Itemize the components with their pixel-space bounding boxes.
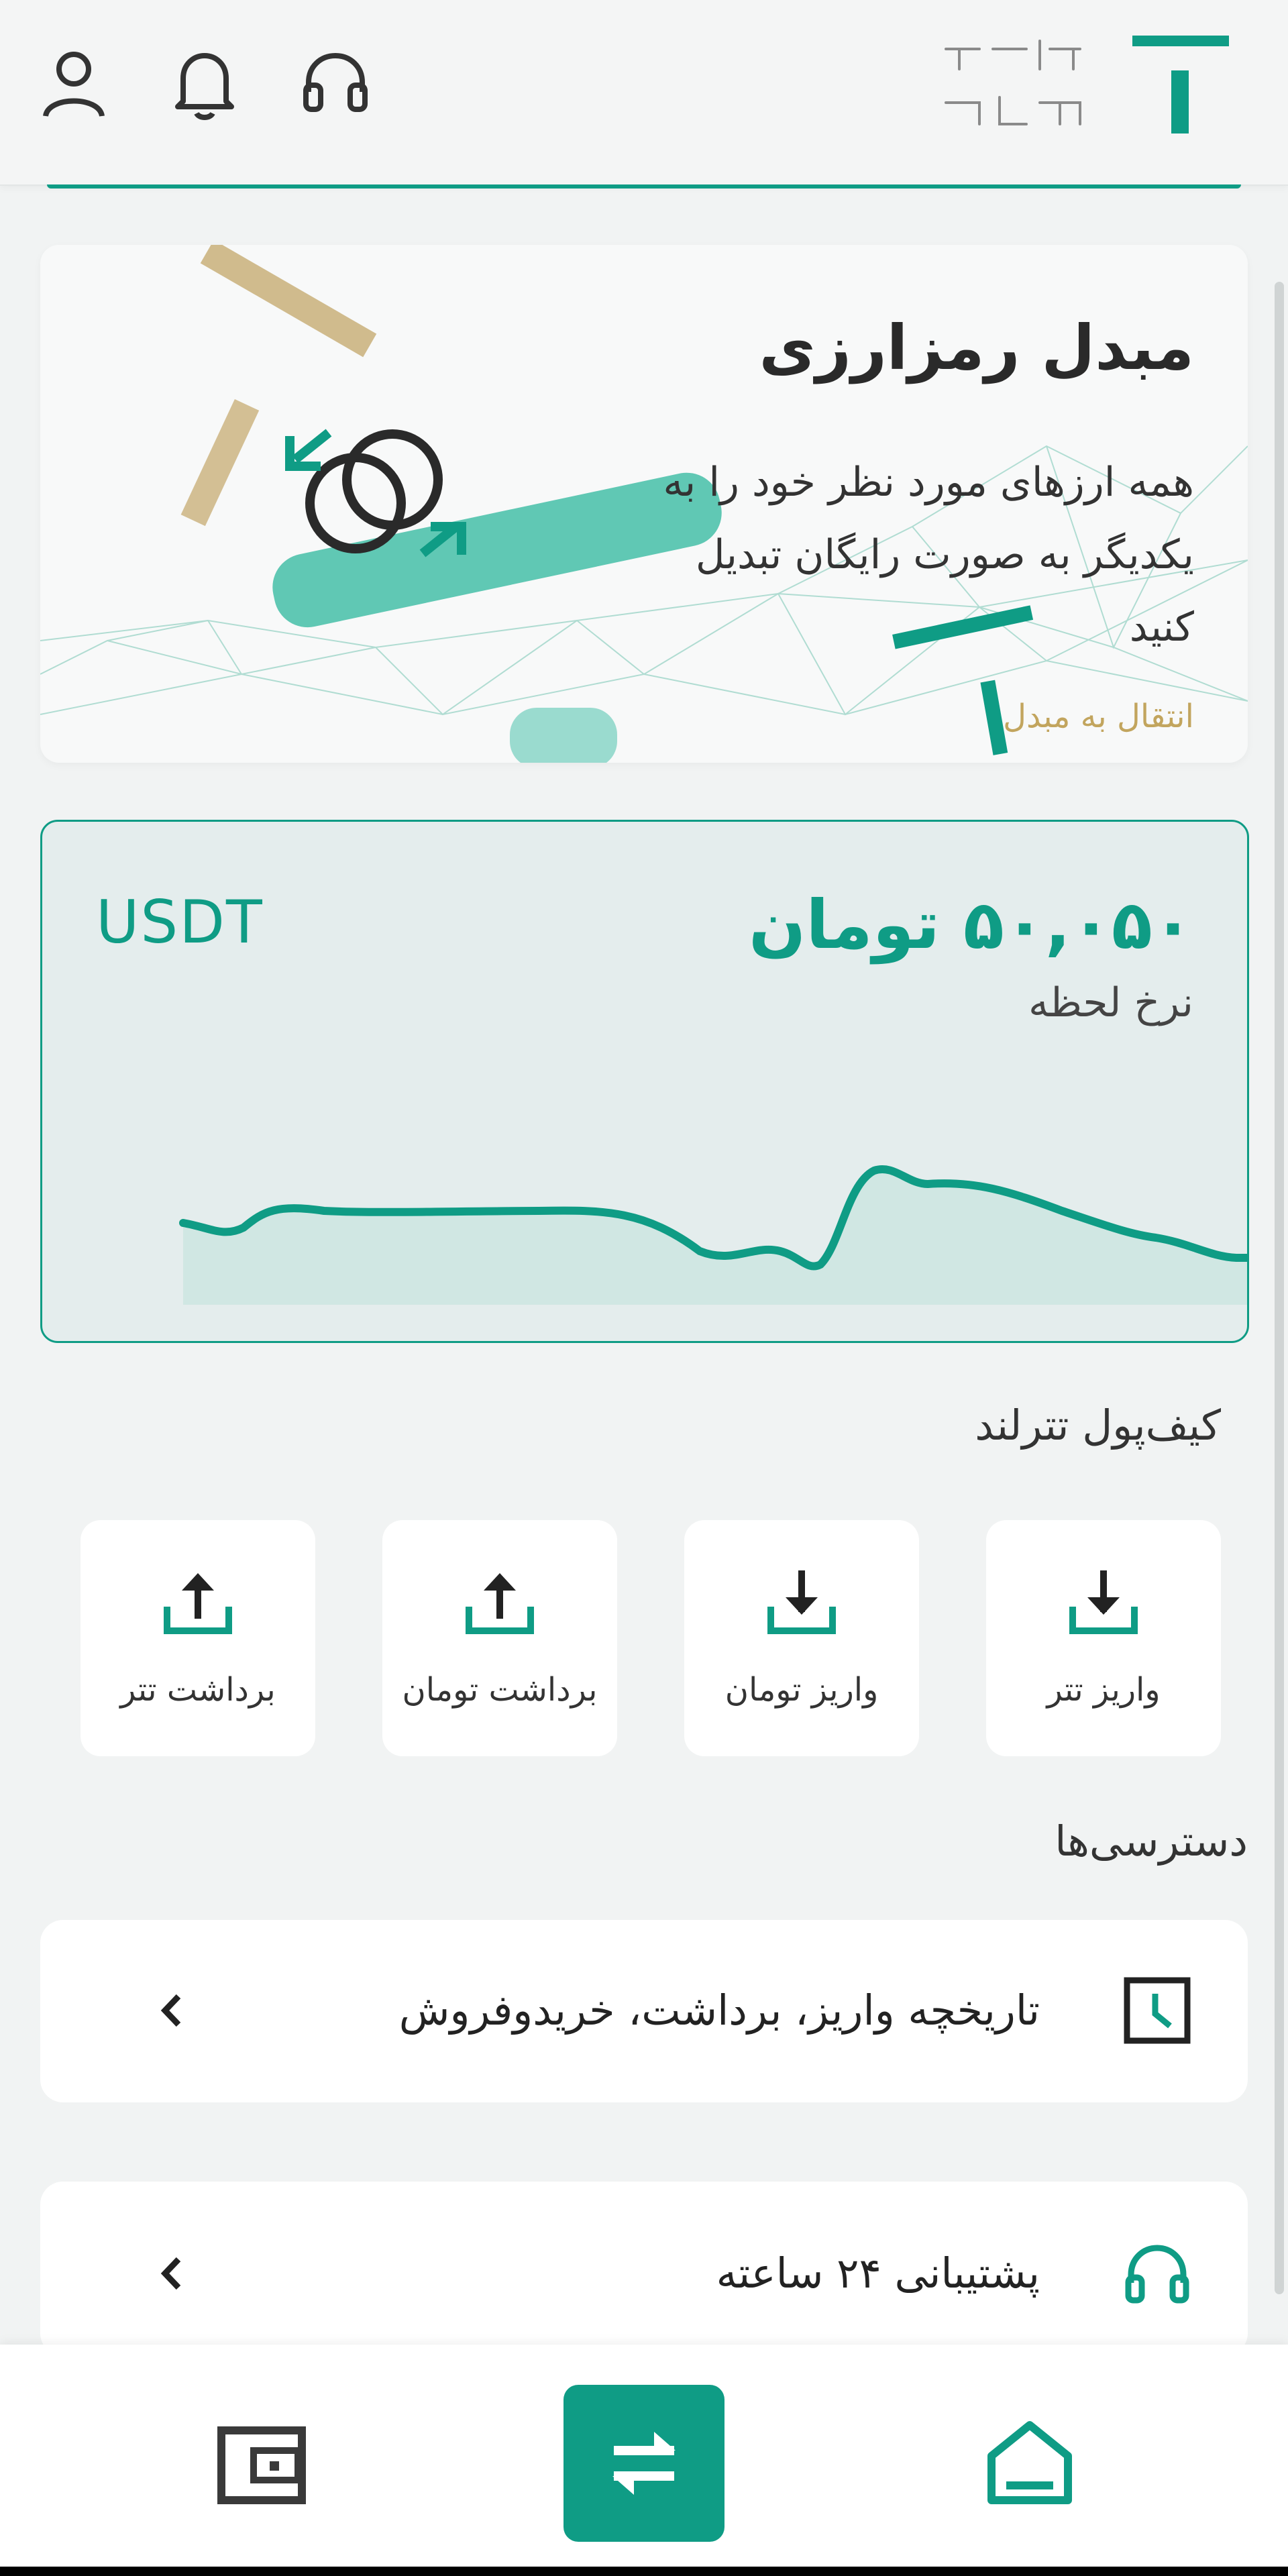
logo-t-mark xyxy=(1132,36,1229,133)
headset-icon[interactable] xyxy=(295,44,376,124)
bell-icon[interactable] xyxy=(164,44,245,124)
withdraw-toman-button[interactable]: برداشت تومان xyxy=(382,1520,617,1756)
header-accent-line xyxy=(47,184,1241,189)
support-label: پشتیبانی ۲۴ ساعته xyxy=(716,2249,1040,2298)
rate-card[interactable]: ۵۰,۰۵۰ تومان نرخ لحظه USDT xyxy=(40,820,1249,1343)
chevron-left-icon xyxy=(160,1994,181,2027)
converter-title: مبدل رمزارزی xyxy=(759,312,1194,384)
exchange-nav-button[interactable] xyxy=(564,2385,724,2542)
profile-icon[interactable] xyxy=(34,44,114,124)
access-section-title: دسترسی‌ها xyxy=(1055,1817,1248,1866)
history-label: تاریخچه واریز، برداشت، خریدوفروش xyxy=(398,1986,1040,2035)
scrollbar[interactable] xyxy=(1275,282,1284,2294)
chevron-left-icon xyxy=(160,2257,181,2290)
tile-label: واریز تومان xyxy=(724,1671,879,1709)
rate-value: ۵۰,۰۵۰ تومان xyxy=(748,885,1193,964)
history-list-item[interactable]: تاریخچه واریز، برداشت، خریدوفروش xyxy=(40,1920,1248,2102)
system-bar xyxy=(0,2567,1288,2576)
app-logo xyxy=(932,30,1241,138)
tile-label: برداشت تومان xyxy=(402,1671,598,1709)
rate-sparkline xyxy=(179,1165,1247,1305)
wallet-icon[interactable] xyxy=(215,2418,309,2512)
rate-label: نرخ لحظه xyxy=(1028,979,1193,1026)
support-list-item[interactable]: پشتیبانی ۲۴ ساعته xyxy=(40,2182,1248,2356)
converter-description: همه ارزهای مورد نظر خود را به یکدیگر به … xyxy=(663,459,1194,651)
tile-label: واریز تتر xyxy=(1046,1671,1161,1709)
converter-link[interactable]: انتقال به مبدل xyxy=(1003,698,1194,735)
currency-code: USDT xyxy=(96,888,264,957)
headset-icon xyxy=(1125,2245,1189,2304)
withdraw-icon xyxy=(466,1573,534,1634)
logo-wordmark xyxy=(945,40,1081,125)
clock-icon xyxy=(1124,1977,1191,2044)
wallet-section-title: کیف‌پول تترلند xyxy=(975,1401,1221,1450)
app-header xyxy=(0,0,1288,186)
deposit-toman-button[interactable]: واریز تومان xyxy=(684,1520,919,1756)
bottom-navigation xyxy=(0,2345,1288,2569)
withdraw-icon xyxy=(164,1573,232,1634)
deposit-icon xyxy=(1069,1570,1138,1634)
deposit-icon xyxy=(767,1570,836,1634)
withdraw-usdt-button[interactable]: برداشت تتر xyxy=(80,1520,315,1756)
converter-card[interactable]: مبدل رمزارزی همه ارزهای مورد نظر خود را … xyxy=(40,245,1248,763)
tile-label: برداشت تتر xyxy=(120,1671,276,1709)
deposit-usdt-button[interactable]: واریز تتر xyxy=(986,1520,1221,1756)
home-icon[interactable] xyxy=(979,2412,1080,2512)
exchange-icon xyxy=(612,2432,676,2495)
